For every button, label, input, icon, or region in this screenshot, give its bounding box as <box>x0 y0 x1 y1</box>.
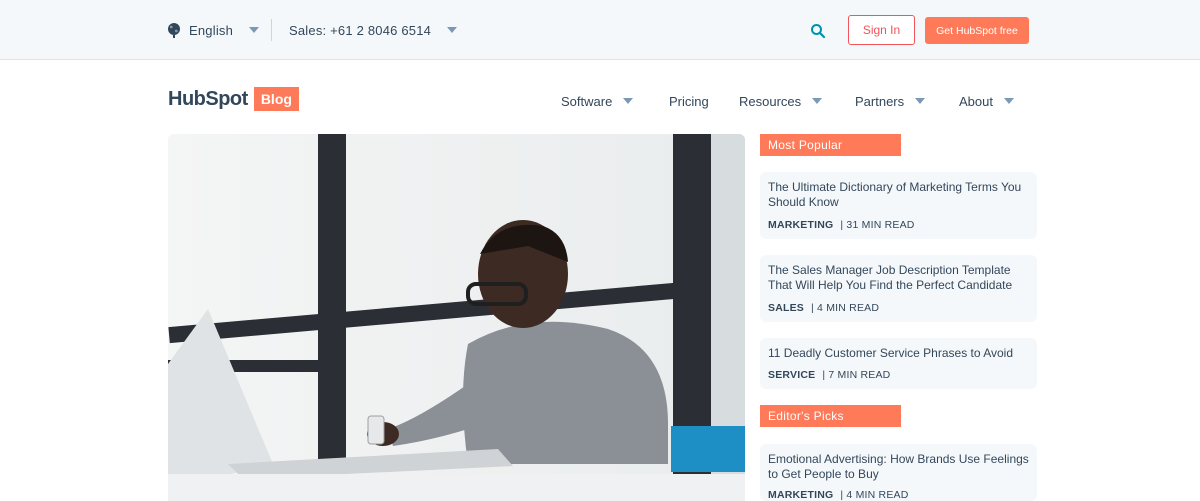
language-selector[interactable]: English <box>166 20 260 40</box>
article-read-time: | 31 MIN READ <box>840 219 915 231</box>
article-meta: SERVICE | 7 MIN READ <box>768 369 890 381</box>
globe-icon <box>168 23 180 38</box>
chevron-down-icon <box>447 27 458 33</box>
nav-partners[interactable]: Partners <box>855 92 926 110</box>
search-icon[interactable] <box>810 23 826 39</box>
featured-image-illustration <box>168 134 745 501</box>
article-read-time: | 4 MIN READ <box>840 489 909 501</box>
nav-label: Software <box>561 93 613 109</box>
nav-label: Partners <box>855 93 905 109</box>
blog-badge: Blog <box>253 87 299 111</box>
article-read-time: | 7 MIN READ <box>822 369 891 381</box>
sign-in-button[interactable]: Sign In <box>848 15 915 45</box>
article-card[interactable]: Emotional Advertising: How Brands Use Fe… <box>760 444 1037 501</box>
chevron-down-icon <box>812 98 823 104</box>
get-hubspot-free-button[interactable]: Get HubSpot free <box>925 17 1029 44</box>
sales-phone-selector[interactable]: Sales: +61 2 8046 6514 <box>289 20 458 40</box>
chevron-down-icon <box>1003 98 1014 104</box>
chevron-down-icon <box>623 98 634 104</box>
article-card[interactable]: The Ultimate Dictionary of Marketing Ter… <box>760 172 1037 239</box>
article-card[interactable]: The Sales Manager Job Description Templa… <box>760 255 1037 322</box>
most-popular-label: Most Popular <box>760 134 901 156</box>
article-title[interactable]: The Sales Manager Job Description Templa… <box>768 263 1029 293</box>
article-category[interactable]: SALES <box>768 302 804 314</box>
utility-bar: English Sales: +61 2 8046 6514 Sign In G… <box>0 0 1200 60</box>
nav-about[interactable]: About <box>959 92 1014 110</box>
chevron-down-icon <box>915 98 926 104</box>
hubspot-blog-logo[interactable]: HubSpot Blog <box>168 86 299 112</box>
sales-phone-label: Sales: +61 2 8046 6514 <box>289 22 432 38</box>
article-title[interactable]: Emotional Advertising: How Brands Use Fe… <box>768 452 1029 482</box>
article-category[interactable]: MARKETING <box>768 219 833 231</box>
article-meta: MARKETING | 31 MIN READ <box>768 219 915 231</box>
nav-software[interactable]: Software <box>561 92 634 110</box>
article-meta: SALES | 4 MIN READ <box>768 302 879 314</box>
article-category[interactable]: MARKETING <box>768 489 833 501</box>
article-meta: MARKETING | 4 MIN READ <box>768 489 909 501</box>
chevron-down-icon <box>249 27 260 33</box>
article-read-time: | 4 MIN READ <box>811 302 880 314</box>
nav-label: Resources <box>739 93 802 109</box>
nav-pricing[interactable]: Pricing <box>669 92 709 110</box>
divider <box>271 19 272 41</box>
article-category[interactable]: SERVICE <box>768 369 815 381</box>
featured-post-image[interactable] <box>168 134 745 501</box>
language-label: English <box>189 22 234 38</box>
nav-label: Pricing <box>669 93 709 109</box>
nav-label: About <box>959 93 993 109</box>
hubspot-logo: HubSpot <box>168 87 248 110</box>
nav-resources[interactable]: Resources <box>739 92 823 110</box>
article-card[interactable]: 11 Deadly Customer Service Phrases to Av… <box>760 338 1037 389</box>
article-title[interactable]: The Ultimate Dictionary of Marketing Ter… <box>768 180 1029 210</box>
article-title[interactable]: 11 Deadly Customer Service Phrases to Av… <box>768 346 1029 361</box>
editors-picks-label: Editor's Picks <box>760 405 901 427</box>
